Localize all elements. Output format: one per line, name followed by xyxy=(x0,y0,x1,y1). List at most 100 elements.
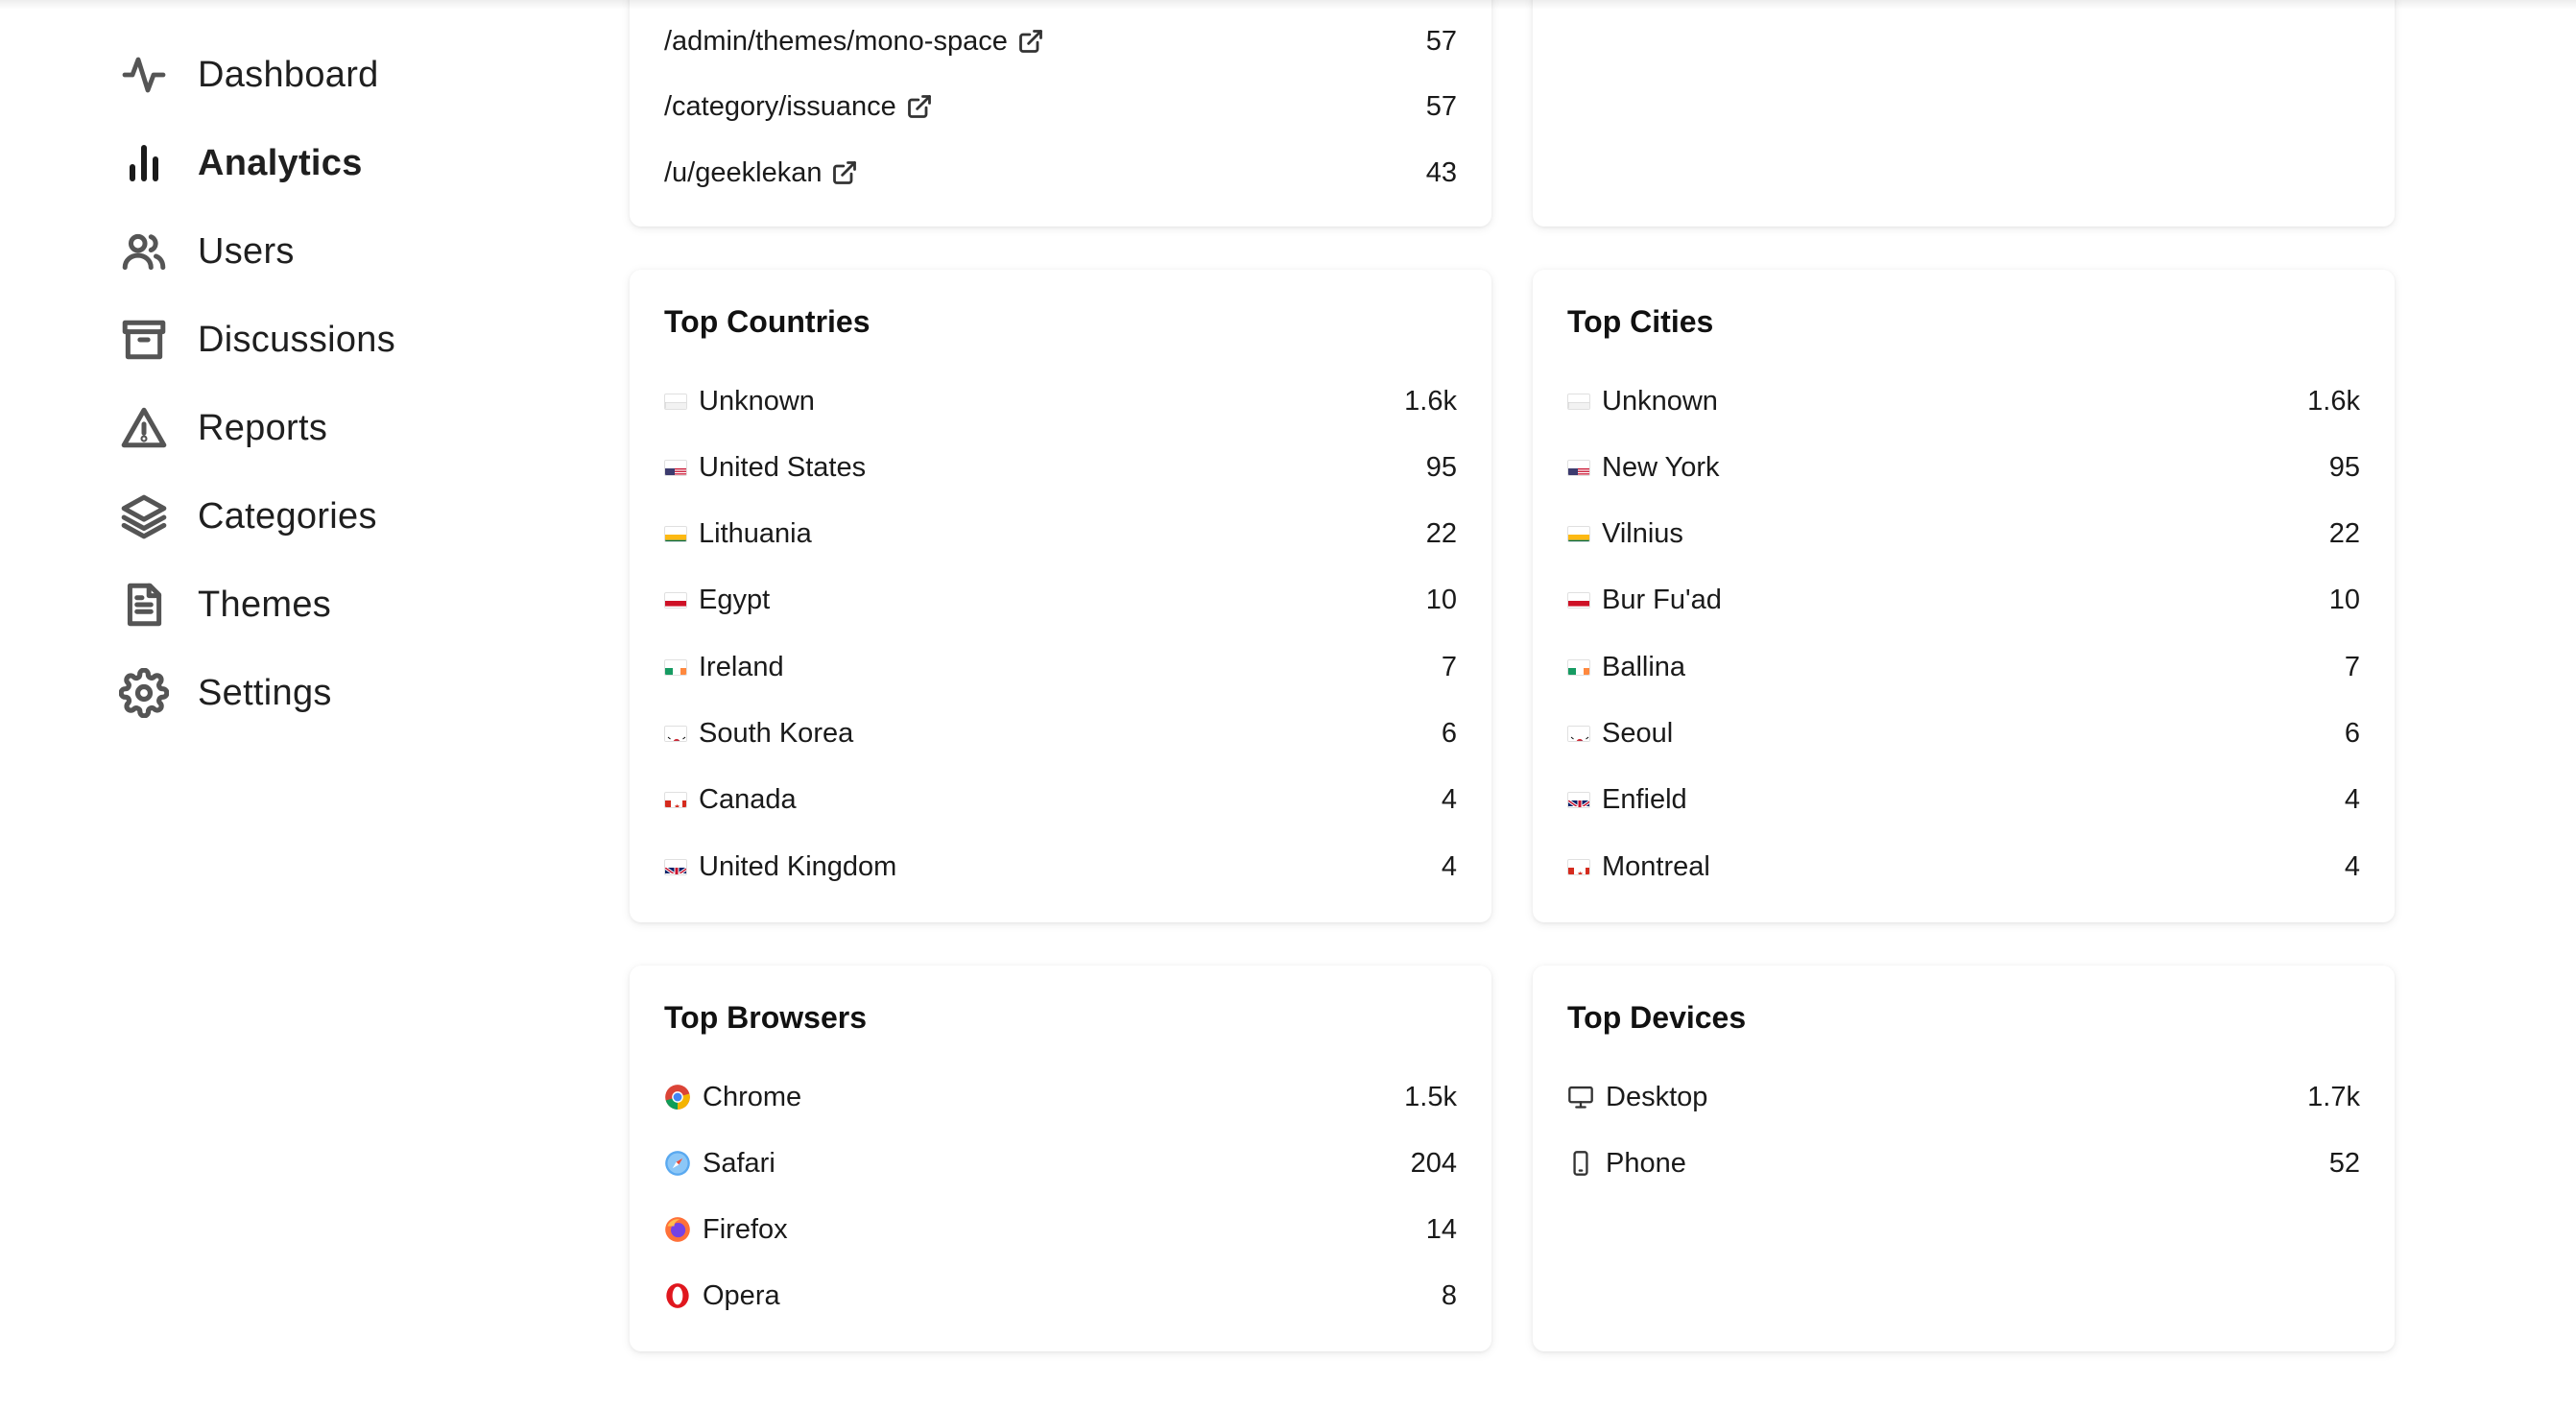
archive-box-icon xyxy=(119,315,169,365)
flag-kr-icon xyxy=(1567,726,1590,742)
list-item: Canada 4 xyxy=(664,776,1457,824)
page-link[interactable]: /admin/themes/mono-space xyxy=(664,26,1008,58)
list-item: Phone 52 xyxy=(1567,1139,2360,1187)
browser-name: Firefox xyxy=(703,1213,788,1245)
list-item: Seoul 6 xyxy=(1567,710,2360,758)
top-cities-card: Top Cities Unknown 1.6k New York 95 Vilnius 2… xyxy=(1533,270,2395,922)
sidebar-nav: Dashboard Analytics Users Discussions Re… xyxy=(0,0,614,1409)
country-count: 95 xyxy=(1425,451,1457,483)
sidebar-item-categories[interactable]: Categories xyxy=(119,488,377,545)
card-title: Top Browsers xyxy=(664,1000,867,1035)
list-item: Egypt 10 xyxy=(664,577,1457,625)
card-title: Top Countries xyxy=(664,304,871,339)
top-browsers-card: Top Browsers Chrome 1.5k Safari 204 Fire… xyxy=(630,966,1491,1351)
browser-name: Chrome xyxy=(703,1081,802,1112)
chrome-icon xyxy=(664,1084,691,1110)
top-scroll-shadow xyxy=(0,0,2576,10)
flag-unknown-icon xyxy=(664,393,687,410)
city-name: Bur Fu'ad xyxy=(1602,585,1722,616)
page-view-count: 57 xyxy=(1425,25,1457,57)
sidebar-item-themes[interactable]: Themes xyxy=(119,576,331,633)
card-title: Top Devices xyxy=(1567,1000,1747,1035)
sidebar-item-label: Analytics xyxy=(198,142,363,183)
sidebar-item-reports[interactable]: Reports xyxy=(119,399,327,457)
flag-gb-icon xyxy=(1567,792,1590,809)
sidebar-item-label: Users xyxy=(198,230,295,272)
list-item: United States 95 xyxy=(664,443,1457,491)
external-link-icon[interactable] xyxy=(906,93,933,120)
flag-ie-icon xyxy=(1567,658,1590,676)
external-link-icon[interactable] xyxy=(831,159,858,186)
device-name: Desktop xyxy=(1606,1081,1708,1112)
sidebar-item-label: Categories xyxy=(198,495,377,537)
page-link[interactable]: /category/issuance xyxy=(664,91,896,123)
browser-name: Opera xyxy=(703,1279,780,1311)
sidebar-item-label: Dashboard xyxy=(198,54,379,95)
country-count: 6 xyxy=(1441,718,1457,749)
country-name: South Korea xyxy=(699,718,854,749)
activity-icon xyxy=(119,50,169,100)
firefox-icon xyxy=(664,1216,691,1243)
city-count: 10 xyxy=(2328,585,2360,616)
list-item: Montreal 4 xyxy=(1567,843,2360,891)
city-count: 22 xyxy=(2328,518,2360,550)
browser-name: Safari xyxy=(703,1147,775,1179)
flag-kr-icon xyxy=(664,726,687,742)
city-count: 6 xyxy=(2344,718,2360,749)
external-link-icon[interactable] xyxy=(1017,28,1044,55)
country-name: Egypt xyxy=(699,585,771,616)
sidebar-item-label: Discussions xyxy=(198,319,396,360)
list-item: Ireland 7 xyxy=(664,643,1457,691)
users-icon xyxy=(119,227,169,276)
list-item: Chrome 1.5k xyxy=(664,1073,1457,1121)
flag-ca-icon xyxy=(1567,858,1590,875)
sidebar-item-dashboard[interactable]: Dashboard xyxy=(119,46,379,104)
bar-chart-icon xyxy=(119,138,169,188)
desktop-icon xyxy=(1567,1084,1594,1110)
country-count: 22 xyxy=(1425,518,1457,550)
country-count: 4 xyxy=(1441,784,1457,816)
city-count: 7 xyxy=(2344,651,2360,682)
country-count: 10 xyxy=(1425,585,1457,616)
sidebar-item-settings[interactable]: Settings xyxy=(119,664,332,722)
page-view-count: 43 xyxy=(1425,156,1457,188)
list-item: /category/issuance 57 xyxy=(664,83,1457,131)
sidebar-item-label: Themes xyxy=(198,584,332,625)
page-link[interactable]: /u/geeklekan xyxy=(664,157,822,189)
device-name: Phone xyxy=(1606,1147,1686,1179)
city-count: 1.6k xyxy=(2307,385,2360,417)
document-icon xyxy=(119,580,169,630)
list-item: Firefox 14 xyxy=(664,1206,1457,1254)
top-devices-card: Top Devices Desktop 1.7k Phone 52 xyxy=(1533,966,2395,1351)
sidebar-item-label: Reports xyxy=(198,407,328,448)
list-item: /u/geeklekan 43 xyxy=(664,149,1457,197)
flag-eg-icon xyxy=(664,592,687,609)
flag-us-icon xyxy=(1567,459,1590,476)
list-item: Lithuania 22 xyxy=(664,511,1457,559)
city-name: Ballina xyxy=(1602,651,1686,682)
city-count: 4 xyxy=(2344,784,2360,816)
list-item: Safari 204 xyxy=(664,1139,1457,1187)
gear-icon xyxy=(119,668,169,718)
page-view-count: 57 xyxy=(1425,90,1457,122)
warning-triangle-icon xyxy=(119,403,169,453)
flag-lt-icon xyxy=(1567,526,1590,543)
sidebar-item-users[interactable]: Users xyxy=(119,223,295,280)
opera-icon xyxy=(664,1282,691,1309)
list-item: Unknown 1.6k xyxy=(1567,377,2360,425)
sidebar-item-discussions[interactable]: Discussions xyxy=(119,311,395,369)
country-name: Lithuania xyxy=(699,518,812,550)
flag-ie-icon xyxy=(664,658,687,676)
safari-icon xyxy=(664,1150,691,1177)
flag-eg-icon xyxy=(1567,592,1590,609)
sidebar-item-analytics[interactable]: Analytics xyxy=(119,134,363,192)
top-referrers-card xyxy=(1533,0,2395,227)
list-item: Enfield 4 xyxy=(1567,776,2360,824)
card-title: Top Cities xyxy=(1567,304,1714,339)
city-name: New York xyxy=(1602,451,1720,483)
country-count: 1.6k xyxy=(1404,385,1457,417)
city-count: 4 xyxy=(2344,850,2360,882)
list-item: South Korea 6 xyxy=(664,710,1457,758)
flag-lt-icon xyxy=(664,526,687,543)
layers-icon xyxy=(119,491,169,541)
